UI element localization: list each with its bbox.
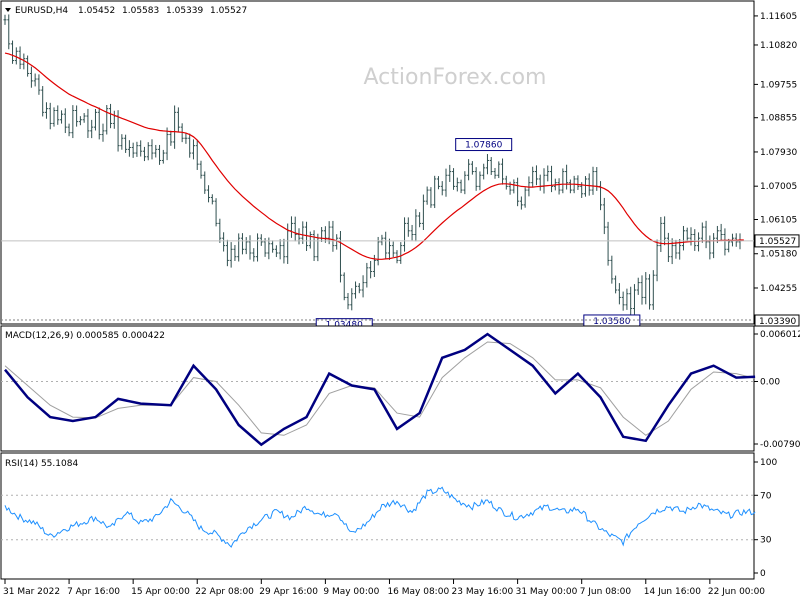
forex-chart[interactable]: ActionForex.com EURUSD,H4 1.05452 1.0558…: [0, 0, 800, 600]
price-header: EURUSD,H4 1.05452 1.05583 1.05339 1.0552…: [5, 6, 247, 16]
rsi-panel[interactable]: RSI(14) 55.1084 100 70 30 0: [0, 452, 777, 580]
rsi-tick-label: 30: [760, 536, 772, 546]
time-tick-label: 22 Apr 08:00: [195, 587, 254, 597]
time-tick-label: 9 May 00:00: [323, 587, 379, 597]
price-tick-label: 1.04255: [760, 284, 797, 294]
price-panel[interactable]: ActionForex.com EURUSD,H4 1.05452 1.0558…: [0, 0, 800, 332]
price-tick-label: 1.06105: [760, 216, 797, 226]
rsi-label: RSI(14) 55.1084: [5, 459, 78, 469]
header-high: 1.05583: [122, 6, 159, 16]
macd-axis: 0.006012 0.00 -0.007907: [754, 330, 800, 450]
time-tick-label: 15 Apr 00:00: [131, 587, 190, 597]
macd-panel-border: [0, 325, 755, 452]
price-tick-label: 1.07930: [760, 148, 797, 158]
macd-label: MACD(12,26,9) 0.000585 0.000422: [5, 331, 165, 341]
header-symbol: EURUSD,H4: [15, 6, 68, 16]
macd-tick-label: 0.006012: [760, 330, 800, 340]
time-tick-label: 16 May 08:00: [387, 587, 449, 597]
time-tick-label: 14 Jun 16:00: [644, 587, 701, 597]
rsi-tick-label: 0: [760, 569, 766, 579]
time-tick-label: 31 Mar 2022: [3, 587, 60, 597]
rsi-tick-label: 70: [760, 491, 772, 501]
header-open: 1.05452: [78, 6, 115, 16]
price-tick-label: 1.07005: [760, 182, 797, 192]
price-level-label: 1.03580: [593, 317, 630, 327]
time-axis: 31 Mar 2022 7 Apr 16:00 15 Apr 00:00 22 Apr…: [3, 579, 765, 597]
macd-tick-label: -0.007907: [760, 440, 800, 450]
current-price-tag-label: 1.05527: [759, 237, 796, 247]
time-tick-label: 7 Jun 08:00: [580, 587, 632, 597]
time-tick-label: 7 Apr 16:00: [67, 587, 120, 597]
watermark-text: ActionForex.com: [364, 65, 547, 90]
macd-panel[interactable]: MACD(12,26,9) 0.000585 0.000422 0.006012…: [0, 325, 800, 452]
time-tick-label: 29 Apr 16:00: [259, 587, 318, 597]
rsi-panel-border: [0, 452, 755, 580]
price-tick-label: 1.08855: [760, 114, 797, 124]
rsi-tick-label: 100: [760, 458, 777, 468]
price-level-label: 1.07860: [465, 141, 502, 151]
rsi-axis: 100 70 30 0: [754, 458, 777, 579]
price-panel-border: [0, 0, 755, 325]
header-low: 1.05339: [166, 6, 203, 16]
price-tick-label: 1.05180: [760, 250, 797, 260]
price-tick-label: 1.10820: [760, 41, 797, 51]
time-tick-label: 31 May 00:00: [516, 587, 578, 597]
time-tick-label: 22 Jun 00:00: [708, 587, 765, 597]
macd-tick-label: 0.00: [760, 378, 780, 388]
price-tick-label: 1.09755: [760, 80, 797, 90]
header-close: 1.05527: [210, 6, 247, 16]
low-price-tag-label: 1.03390: [759, 317, 796, 327]
price-tick-label: 1.11605: [760, 12, 797, 22]
time-tick-label: 23 May 16:00: [452, 587, 514, 597]
